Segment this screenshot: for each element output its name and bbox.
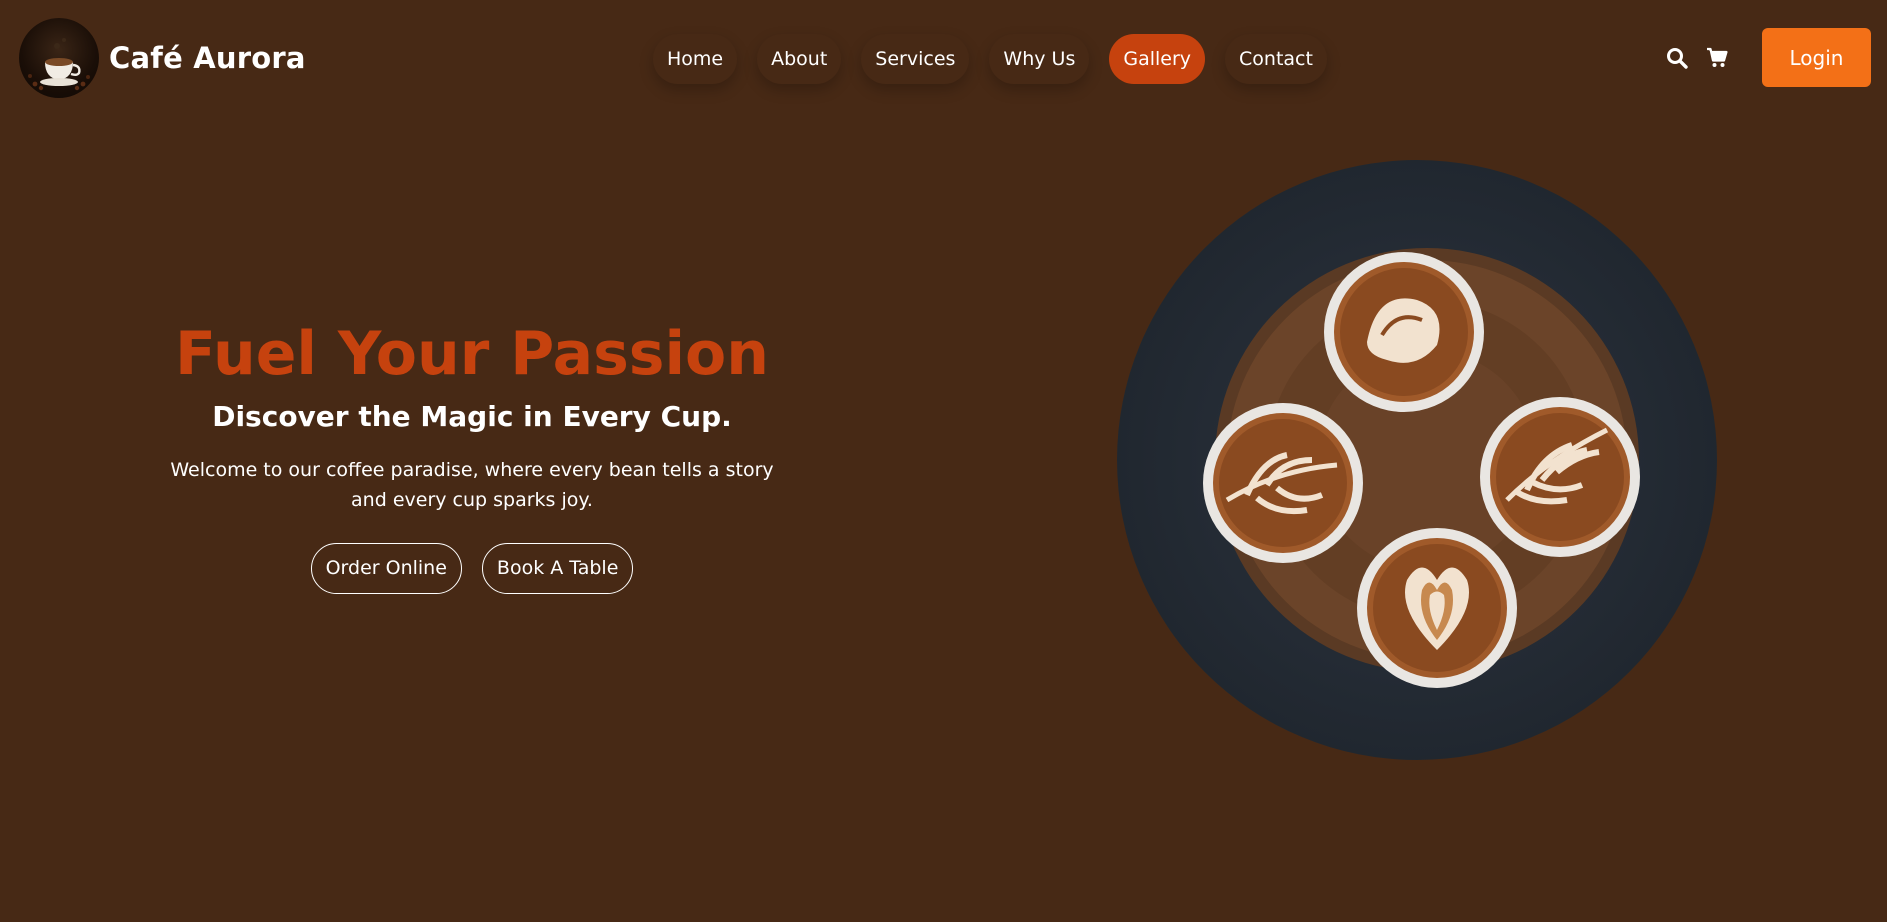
site-header: Café Aurora Home About Services Why Us G… xyxy=(0,0,1887,118)
brand-name: Café Aurora xyxy=(109,41,306,75)
hero-buttons: Order Online Book A Table xyxy=(150,543,794,594)
nav-services[interactable]: Services xyxy=(861,34,969,84)
book-table-button[interactable]: Book A Table xyxy=(481,543,634,594)
header-tools: Login xyxy=(1662,28,1871,87)
brand[interactable]: Café Aurora xyxy=(19,18,306,98)
cart-icon[interactable] xyxy=(1702,43,1732,73)
order-online-button[interactable]: Order Online xyxy=(310,543,462,594)
hero-description: Welcome to our coffee paradise, where ev… xyxy=(170,459,774,511)
nav-home[interactable]: Home xyxy=(653,34,737,84)
nav-gallery[interactable]: Gallery xyxy=(1109,34,1206,84)
search-icon[interactable] xyxy=(1662,43,1692,73)
login-button[interactable]: Login xyxy=(1762,28,1871,87)
nav-why-us[interactable]: Why Us xyxy=(989,34,1089,84)
nav-contact[interactable]: Contact xyxy=(1225,34,1327,84)
hero-subtitle: Discover the Magic in Every Cup. xyxy=(212,400,732,433)
main-nav: Home About Services Why Us Gallery Conta… xyxy=(653,34,1347,84)
latte-art-image xyxy=(1117,160,1717,760)
hero-section: Fuel Your Passion Discover the Magic in … xyxy=(150,315,794,594)
nav-about[interactable]: About xyxy=(757,34,841,84)
coffee-cup-logo xyxy=(19,18,99,98)
hero-title: Fuel Your Passion xyxy=(175,319,769,389)
